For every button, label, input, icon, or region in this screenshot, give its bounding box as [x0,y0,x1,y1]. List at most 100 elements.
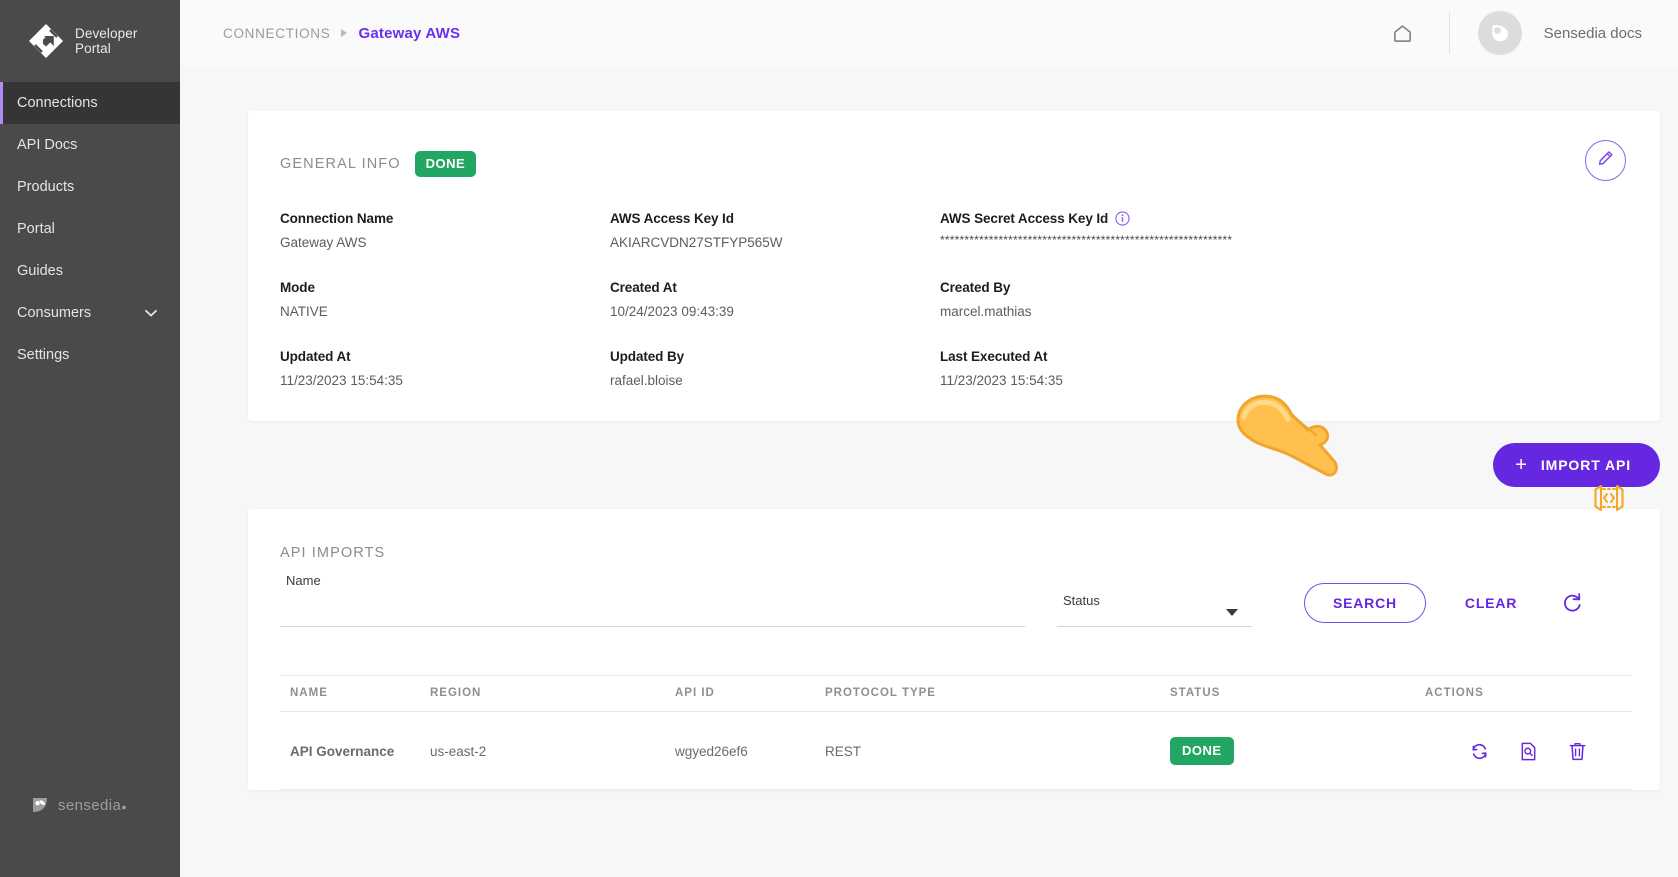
name-input[interactable] [280,626,1025,627]
status-filter-label: Status [1063,593,1100,608]
avatar[interactable] [1477,11,1522,55]
info-label: AWS Secret Access Key Id [940,211,1109,226]
topbar-actions: Sensedia docs [1381,0,1642,66]
sidebar-item-label: Consumers [17,305,92,321]
topbar: CONNECTIONS Gateway AWS Sensedia docs [180,0,1678,66]
sidebar-item-connections[interactable]: Connections [0,82,180,124]
plus-icon: + [1515,454,1528,476]
cell-region: us-east-2 [430,711,675,790]
cell-actions [1425,711,1632,790]
sync-icon[interactable] [1469,741,1490,762]
filter-action-buttons: SEARCH CLEAR [1304,583,1589,627]
table-row[interactable]: API Governance us-east-2 wgyed26ef6 REST… [280,711,1632,790]
edit-button[interactable] [1585,140,1626,181]
row-action-buttons [1425,741,1632,762]
info-value-masked: ****************************************… [940,233,1233,247]
chevron-down-icon [144,306,158,320]
sidebar-item-guides[interactable]: Guides [0,250,180,292]
table-header-row: NAME REGION API ID PROTOCOL TYPE STATUS … [280,675,1632,712]
home-icon[interactable] [1381,11,1425,55]
sidebar: Developer Portal Connections API Docs Pr… [0,0,180,877]
info-field-updated-at: Updated At 11/23/2023 15:54:35 [280,349,610,388]
sidebar-item-portal[interactable]: Portal [0,208,180,250]
search-button[interactable]: SEARCH [1304,583,1426,623]
api-imports-title: API IMPORTS [280,545,386,561]
document-search-icon[interactable] [1518,741,1539,762]
info-field-aws-access-key-id: AWS Access Key Id AKIARCVDN27STFYP565W [610,211,940,250]
column-header-region: REGION [430,675,675,712]
sidebar-item-label: Settings [17,347,70,363]
general-info-title: GENERAL INFO [280,156,401,172]
user-avatar-icon [1491,25,1508,42]
sidebar-item-label: Portal [17,221,55,237]
sidebar-item-api-docs[interactable]: API Docs [0,124,180,166]
column-header-status: STATUS [1170,675,1425,712]
app-root: Developer Portal Connections API Docs Pr… [0,0,1678,877]
info-field-last-executed-at: Last Executed At 11/23/2023 15:54:35 [940,349,1620,388]
status-badge: DONE [414,151,477,177]
breadcrumb-root-link[interactable]: CONNECTIONS [223,26,330,41]
sidebar-item-consumers[interactable]: Consumers [0,292,180,334]
info-value: 11/23/2023 15:54:35 [940,373,1063,388]
delete-icon[interactable] [1567,741,1588,762]
refresh-icon[interactable] [1555,586,1589,620]
info-field-created-at: Created At 10/24/2023 09:43:39 [610,280,940,319]
cell-api-id: wgyed26ef6 [675,711,825,790]
import-api-row: + IMPORT API [180,421,1678,487]
clear-button[interactable]: CLEAR [1451,583,1531,623]
sidebar-item-label: Connections [17,95,98,111]
logo-line-2: Portal [75,41,111,56]
import-api-button[interactable]: + IMPORT API [1493,443,1660,487]
column-header-actions: ACTIONS [1425,675,1632,712]
info-field-mode: Mode NATIVE [280,280,610,319]
logo-line-1: Developer [75,25,138,41]
user-name[interactable]: Sensedia docs [1544,25,1642,42]
cell-status: DONE [1170,711,1425,790]
table-head: NAME REGION API ID PROTOCOL TYPE STATUS … [280,675,1632,712]
api-code-icon[interactable] [1592,481,1626,515]
name-filter-label: Name [286,573,321,588]
main-area: CONNECTIONS Gateway AWS Sensedia docs GE… [180,0,1678,877]
info-label: Created By [940,280,1011,295]
app-logo[interactable]: Developer Portal [0,0,180,82]
info-label: Updated By [610,349,685,364]
info-label: Created At [610,280,677,295]
sidebar-nav: Connections API Docs Products Portal Gui… [0,82,180,376]
info-value: AKIARCVDN27STFYP565W [610,235,783,250]
cell-name: API Governance [280,711,430,790]
chevron-down-icon [1226,609,1238,616]
api-imports-table: NAME REGION API ID PROTOCOL TYPE STATUS … [280,675,1632,790]
status-badge: DONE [1170,737,1234,765]
sidebar-item-products[interactable]: Products [0,166,180,208]
info-circle-icon[interactable] [1115,211,1130,226]
sensedia-logo-icon [30,795,50,815]
info-value: 10/24/2023 09:43:39 [610,304,734,319]
info-field-updated-by: Updated By rafael.bloise [610,349,940,388]
column-header-name: NAME [280,675,430,712]
general-info-card: GENERAL INFO DONE Connection Name Gatewa… [248,111,1660,512]
sidebar-item-label: Guides [17,263,63,279]
sidebar-item-settings[interactable]: Settings [0,334,180,376]
pencil-edit-icon [1596,149,1615,173]
page-content: GENERAL INFO DONE Connection Name Gatewa… [180,111,1678,790]
status-filter: Status [1057,593,1252,627]
api-imports-card: API IMPORTS Name Status SEARCH CLEAR NAM… [248,509,1660,790]
info-value: NATIVE [280,304,328,319]
info-label: Updated At [280,349,351,364]
table-body: API Governance us-east-2 wgyed26ef6 REST… [280,711,1632,790]
info-field-created-by: Created By marcel.mathias [940,280,1620,319]
info-label: Last Executed At [940,349,1048,364]
general-info-header: GENERAL INFO DONE [280,151,1620,177]
cell-protocol-type: REST [825,711,1170,790]
info-value: 11/23/2023 15:54:35 [280,373,403,388]
app-logo-label: Developer Portal [75,26,137,57]
info-label: Connection Name [280,211,394,226]
info-value: marcel.mathias [940,304,1032,319]
status-select[interactable] [1057,609,1252,627]
column-header-api-id: API ID [675,675,825,712]
sensedia-brand-text: sensedia [58,796,122,814]
sensedia-branding: sensedia● [0,795,180,877]
api-imports-filters: Name Status SEARCH CLEAR [280,573,1632,627]
info-label: Mode [280,280,315,295]
breadcrumb: CONNECTIONS Gateway AWS [223,25,460,42]
